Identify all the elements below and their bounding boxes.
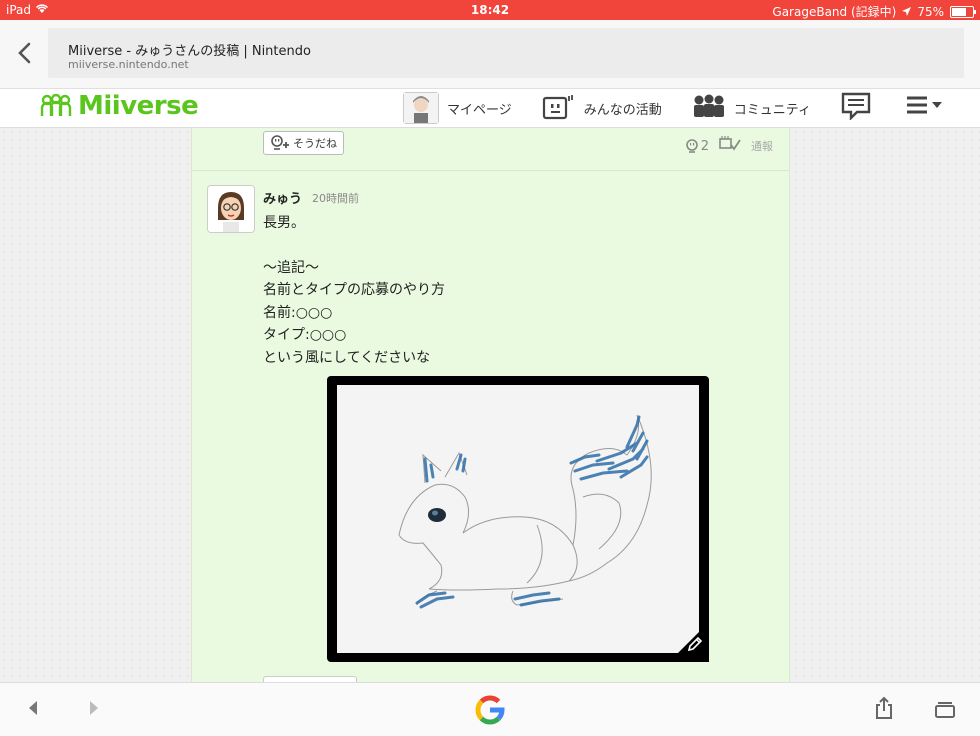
tabs-button[interactable]: [934, 701, 956, 723]
caret-down-icon: [932, 102, 942, 108]
post-line: 名前:○○○: [263, 304, 333, 321]
community-people-icon: [692, 94, 726, 122]
empathy-button[interactable]: そうだね: [263, 131, 344, 155]
main-nav: マイページ みんなの活動 コミュニティ: [403, 89, 901, 127]
hamburger-icon: [907, 96, 927, 114]
battery-percent: 75%: [917, 4, 944, 19]
drawing-canvas: [337, 385, 699, 653]
miiverse-header: Miiverse マイページ みんなの活動 コミュニティ: [0, 89, 980, 128]
triangle-right-icon: [90, 701, 98, 715]
handwritten-drawing[interactable]: [327, 376, 709, 662]
url-bar[interactable]: Miiverse - みゅうさんの投稿 | Nintendo miiverse.…: [48, 28, 964, 78]
post-line: 名前とタイプの応募のやり方: [263, 282, 445, 298]
post-body: 長男。 〜追記〜 名前とタイプの応募のやり方 名前:○○○ タイプ:○○○ とい…: [263, 212, 763, 369]
post-meta: 2 通報: [685, 136, 773, 156]
played-check-icon: [719, 136, 741, 156]
share-button[interactable]: [874, 696, 894, 724]
page-host: miiverse.nintendo.net: [68, 58, 189, 71]
post-divider: [192, 170, 789, 171]
my-mii-avatar: [403, 92, 439, 124]
battery-icon: [950, 5, 976, 18]
pencil-icon[interactable]: [687, 636, 703, 656]
location-arrow-icon: [902, 5, 912, 19]
triangle-left-icon: [29, 701, 37, 715]
empathy-label: そうだね: [293, 137, 337, 150]
activity-face-icon: [542, 92, 576, 124]
nav-activity-label: みんなの活動: [583, 102, 662, 118]
share-icon: [876, 696, 892, 719]
empathy-count-value: 2: [700, 138, 709, 154]
status-right: GarageBand (記録中) 75%: [772, 3, 976, 20]
empathy-count: 2: [685, 139, 709, 154]
squirrel-sketch: [398, 414, 652, 609]
nav-mypage-label: マイページ: [447, 102, 512, 118]
post-line: という風にしてくださいな: [263, 349, 431, 366]
post-line: 〜追記〜: [263, 259, 319, 276]
nav-activity[interactable]: みんなの活動: [542, 92, 662, 124]
empathy-face-icon: [685, 139, 698, 153]
nav-mypage[interactable]: マイページ: [403, 92, 512, 124]
browser-toolbar: [0, 682, 980, 736]
page-title: Miiverse - みゅうさんの投稿 | Nintendo: [68, 44, 311, 59]
miiverse-people-icon: [40, 94, 72, 116]
tabs-icon: [935, 702, 955, 718]
post-user-avatar[interactable]: [207, 185, 255, 233]
miiverse-logo[interactable]: Miiverse: [40, 91, 199, 121]
hamburger-menu-button[interactable]: [906, 95, 942, 115]
post-timestamp[interactable]: 20時間前: [312, 190, 359, 206]
nav-community-label: コミュニティ: [733, 102, 811, 118]
post-line: タイプ:○○○: [263, 327, 347, 343]
post-line: 長男。: [263, 215, 305, 231]
google-g-icon: [475, 695, 505, 725]
nav-community[interactable]: コミュニティ: [692, 94, 811, 122]
post-line: [263, 235, 763, 257]
browser-back-button[interactable]: [10, 38, 38, 68]
forward-button[interactable]: [88, 700, 100, 720]
app-status: GarageBand (記録中): [772, 5, 897, 19]
browser-header: Miiverse - みゅうさんの投稿 | Nintendo miiverse.…: [0, 20, 980, 89]
post-username[interactable]: みゅう: [263, 188, 302, 207]
ios-status-bar: iPad 18:42 GarageBand (記録中) 75%: [0, 0, 980, 20]
google-home-button[interactable]: [472, 692, 508, 732]
message-bubble-icon: [841, 92, 871, 124]
empathy-add-icon: [271, 135, 289, 150]
post-column: そうだね 2 通報 みゅう 20時間前 長男。 〜追記〜 名前とタイプの応募のや…: [191, 128, 790, 685]
nav-messages[interactable]: [841, 92, 871, 124]
chevron-left-icon: [18, 42, 31, 64]
report-link[interactable]: 通報: [751, 138, 773, 154]
back-button[interactable]: [27, 700, 39, 720]
logo-text: Miiverse: [78, 91, 199, 121]
